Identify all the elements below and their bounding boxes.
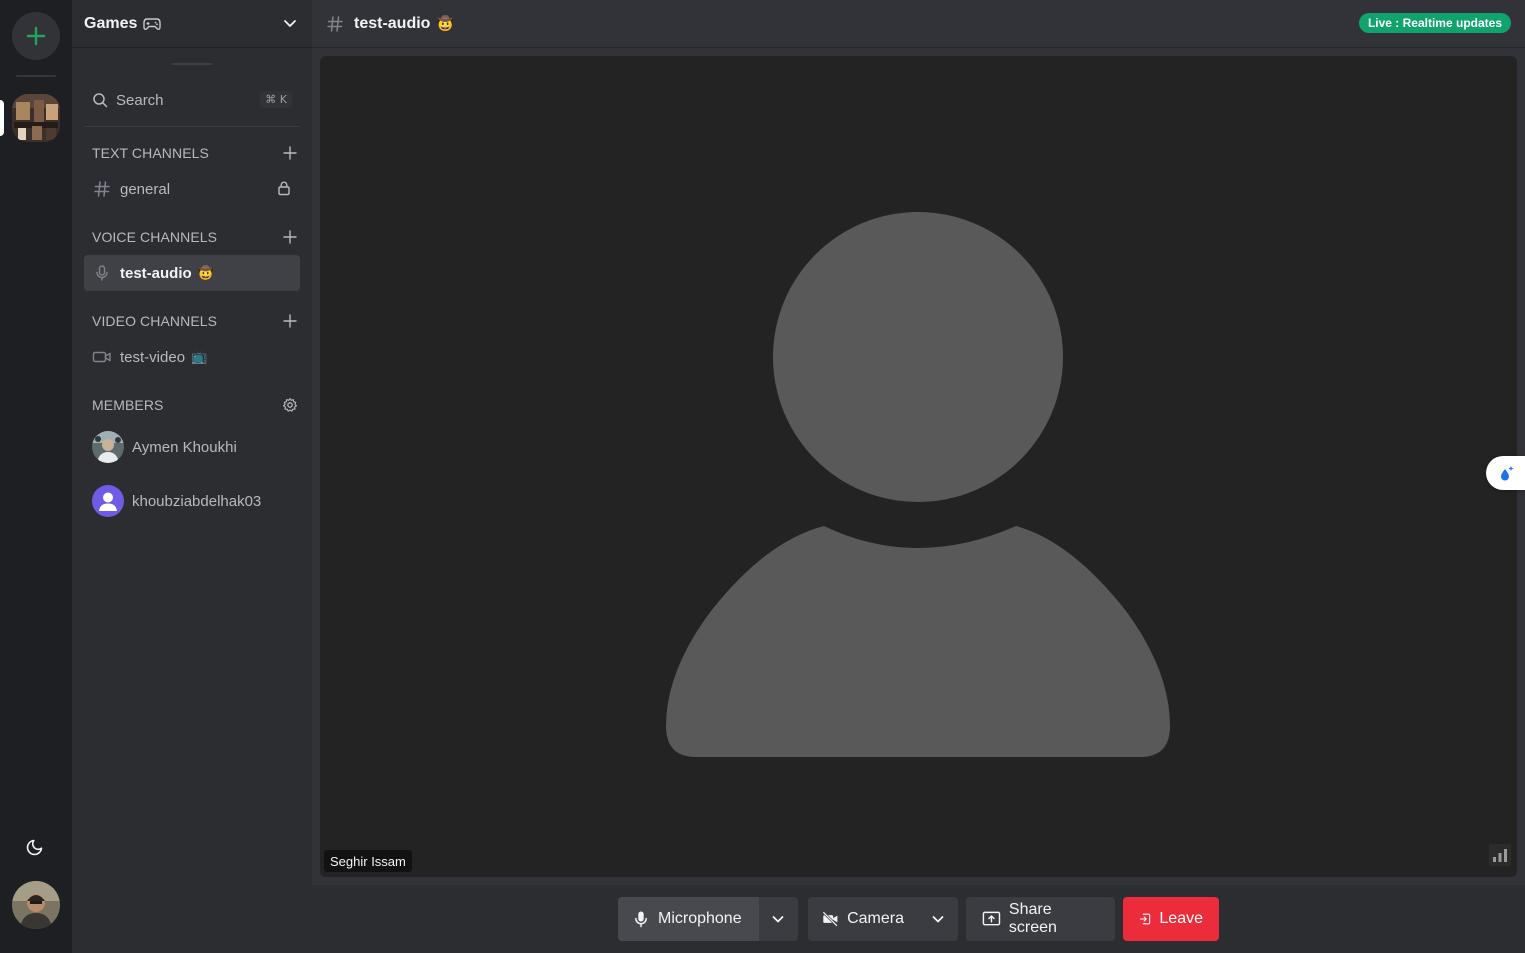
leave-label: Leave [1159, 910, 1203, 927]
app-window: Games Search ⌘ K TEXT CHANNELS general V… [0, 0, 1525, 953]
assistant-widget-button[interactable] [1486, 456, 1525, 490]
channel-test-audio[interactable]: test-audio 🤠 [84, 255, 300, 291]
camera-options-button[interactable] [918, 897, 958, 941]
cowboy-emoji: 🤠 [197, 265, 214, 280]
section-title: TEXT CHANNELS [92, 145, 209, 161]
search-shortcut: ⌘ K [260, 91, 292, 108]
camera-off-icon [822, 911, 838, 927]
camera-label: Camera [847, 910, 904, 927]
microphone-options-button[interactable] [759, 897, 798, 941]
plus-icon [283, 146, 297, 160]
microphone-control: Microphone [618, 897, 798, 941]
participant-name-label: Seghir Issam [324, 850, 412, 872]
droplet-sparkle-icon [1500, 466, 1513, 481]
search-button[interactable]: Search ⌘ K [84, 82, 300, 118]
channel-name: test-video [120, 348, 186, 366]
video-stage: Seghir Issam [320, 56, 1517, 877]
search-label: Search [116, 91, 164, 109]
live-status-badge: Live : Realtime updates [1358, 13, 1511, 33]
avatar [92, 485, 124, 517]
video-camera-icon [92, 347, 112, 367]
microphone-label: Microphone [658, 910, 742, 927]
channel-title: test-audio [354, 14, 431, 32]
rail-divider [16, 75, 56, 77]
lock-icon [276, 180, 292, 201]
camera-toggle-button[interactable]: Camera [808, 897, 918, 941]
server-name: Games [84, 14, 138, 32]
member-item[interactable]: khoubziabdelhak03 [92, 484, 300, 518]
channel-general[interactable]: general [84, 171, 300, 207]
section-voice-channels: VOICE CHANNELS [92, 225, 300, 249]
plus-icon [26, 26, 46, 46]
add-video-channel-button[interactable] [282, 313, 298, 332]
call-control-bar: Microphone Camera Share screen Leave [312, 885, 1525, 953]
hash-icon [327, 15, 343, 32]
person-placeholder-icon [666, 212, 1170, 757]
section-members: MEMBERS [92, 393, 300, 417]
gear-icon [282, 397, 298, 412]
leave-call-button[interactable]: Leave [1123, 897, 1219, 941]
add-text-channel-button[interactable] [282, 145, 298, 164]
section-title: VIDEO CHANNELS [92, 313, 218, 329]
share-screen-icon [982, 911, 1001, 926]
signal-bars-icon [1489, 844, 1511, 871]
chevron-down-icon[interactable] [282, 15, 298, 36]
chevron-down-icon [772, 916, 784, 923]
add-server-button[interactable] [12, 12, 60, 60]
server-rail [0, 0, 72, 953]
microphone-icon [635, 911, 647, 928]
microphone-toggle-button[interactable]: Microphone [618, 897, 759, 941]
share-screen-button[interactable]: Share screen [966, 897, 1115, 941]
section-text-channels: TEXT CHANNELS [92, 141, 300, 165]
server-header[interactable]: Games [72, 0, 312, 48]
sidebar-divider [84, 126, 300, 127]
channel-sidebar: Games Search ⌘ K TEXT CHANNELS general V… [72, 0, 312, 953]
tv-emoji: 📺 [191, 349, 208, 364]
gamepad-icon [143, 17, 162, 31]
channel-topbar: test-audio 🤠 Live : Realtime updates [312, 0, 1525, 48]
cowboy-emoji: 🤠 [436, 15, 454, 31]
server-icon-games[interactable] [12, 94, 60, 142]
member-name: khoubziabdelhak03 [132, 492, 262, 510]
avatar [92, 431, 124, 463]
leave-icon [1139, 913, 1151, 925]
plus-icon [283, 230, 297, 244]
section-title: VOICE CHANNELS [92, 229, 218, 245]
camera-control: Camera [808, 897, 958, 941]
moon-icon [26, 839, 43, 856]
channel-test-video[interactable]: test-video 📺 [84, 339, 300, 375]
drag-handle [172, 63, 212, 65]
active-server-indicator [0, 100, 4, 136]
manage-members-button[interactable] [282, 397, 298, 416]
user-avatar[interactable] [12, 881, 60, 929]
section-title: MEMBERS [92, 397, 164, 413]
add-voice-channel-button[interactable] [282, 229, 298, 248]
section-video-channels: VIDEO CHANNELS [92, 309, 300, 333]
hash-icon [92, 179, 112, 199]
share-screen-label: Share screen [1008, 901, 1057, 936]
channel-name: general [120, 180, 171, 198]
main-area: test-audio 🤠 Live : Realtime updates Seg… [312, 0, 1525, 953]
theme-toggle-button[interactable] [22, 832, 50, 860]
search-icon [93, 93, 108, 108]
channel-name: test-audio [120, 264, 192, 282]
chevron-down-icon [932, 916, 944, 923]
plus-icon [283, 314, 297, 328]
member-name: Aymen Khoukhi [132, 438, 237, 456]
microphone-icon [92, 263, 112, 283]
member-item[interactable]: Aymen Khoukhi [92, 430, 300, 464]
